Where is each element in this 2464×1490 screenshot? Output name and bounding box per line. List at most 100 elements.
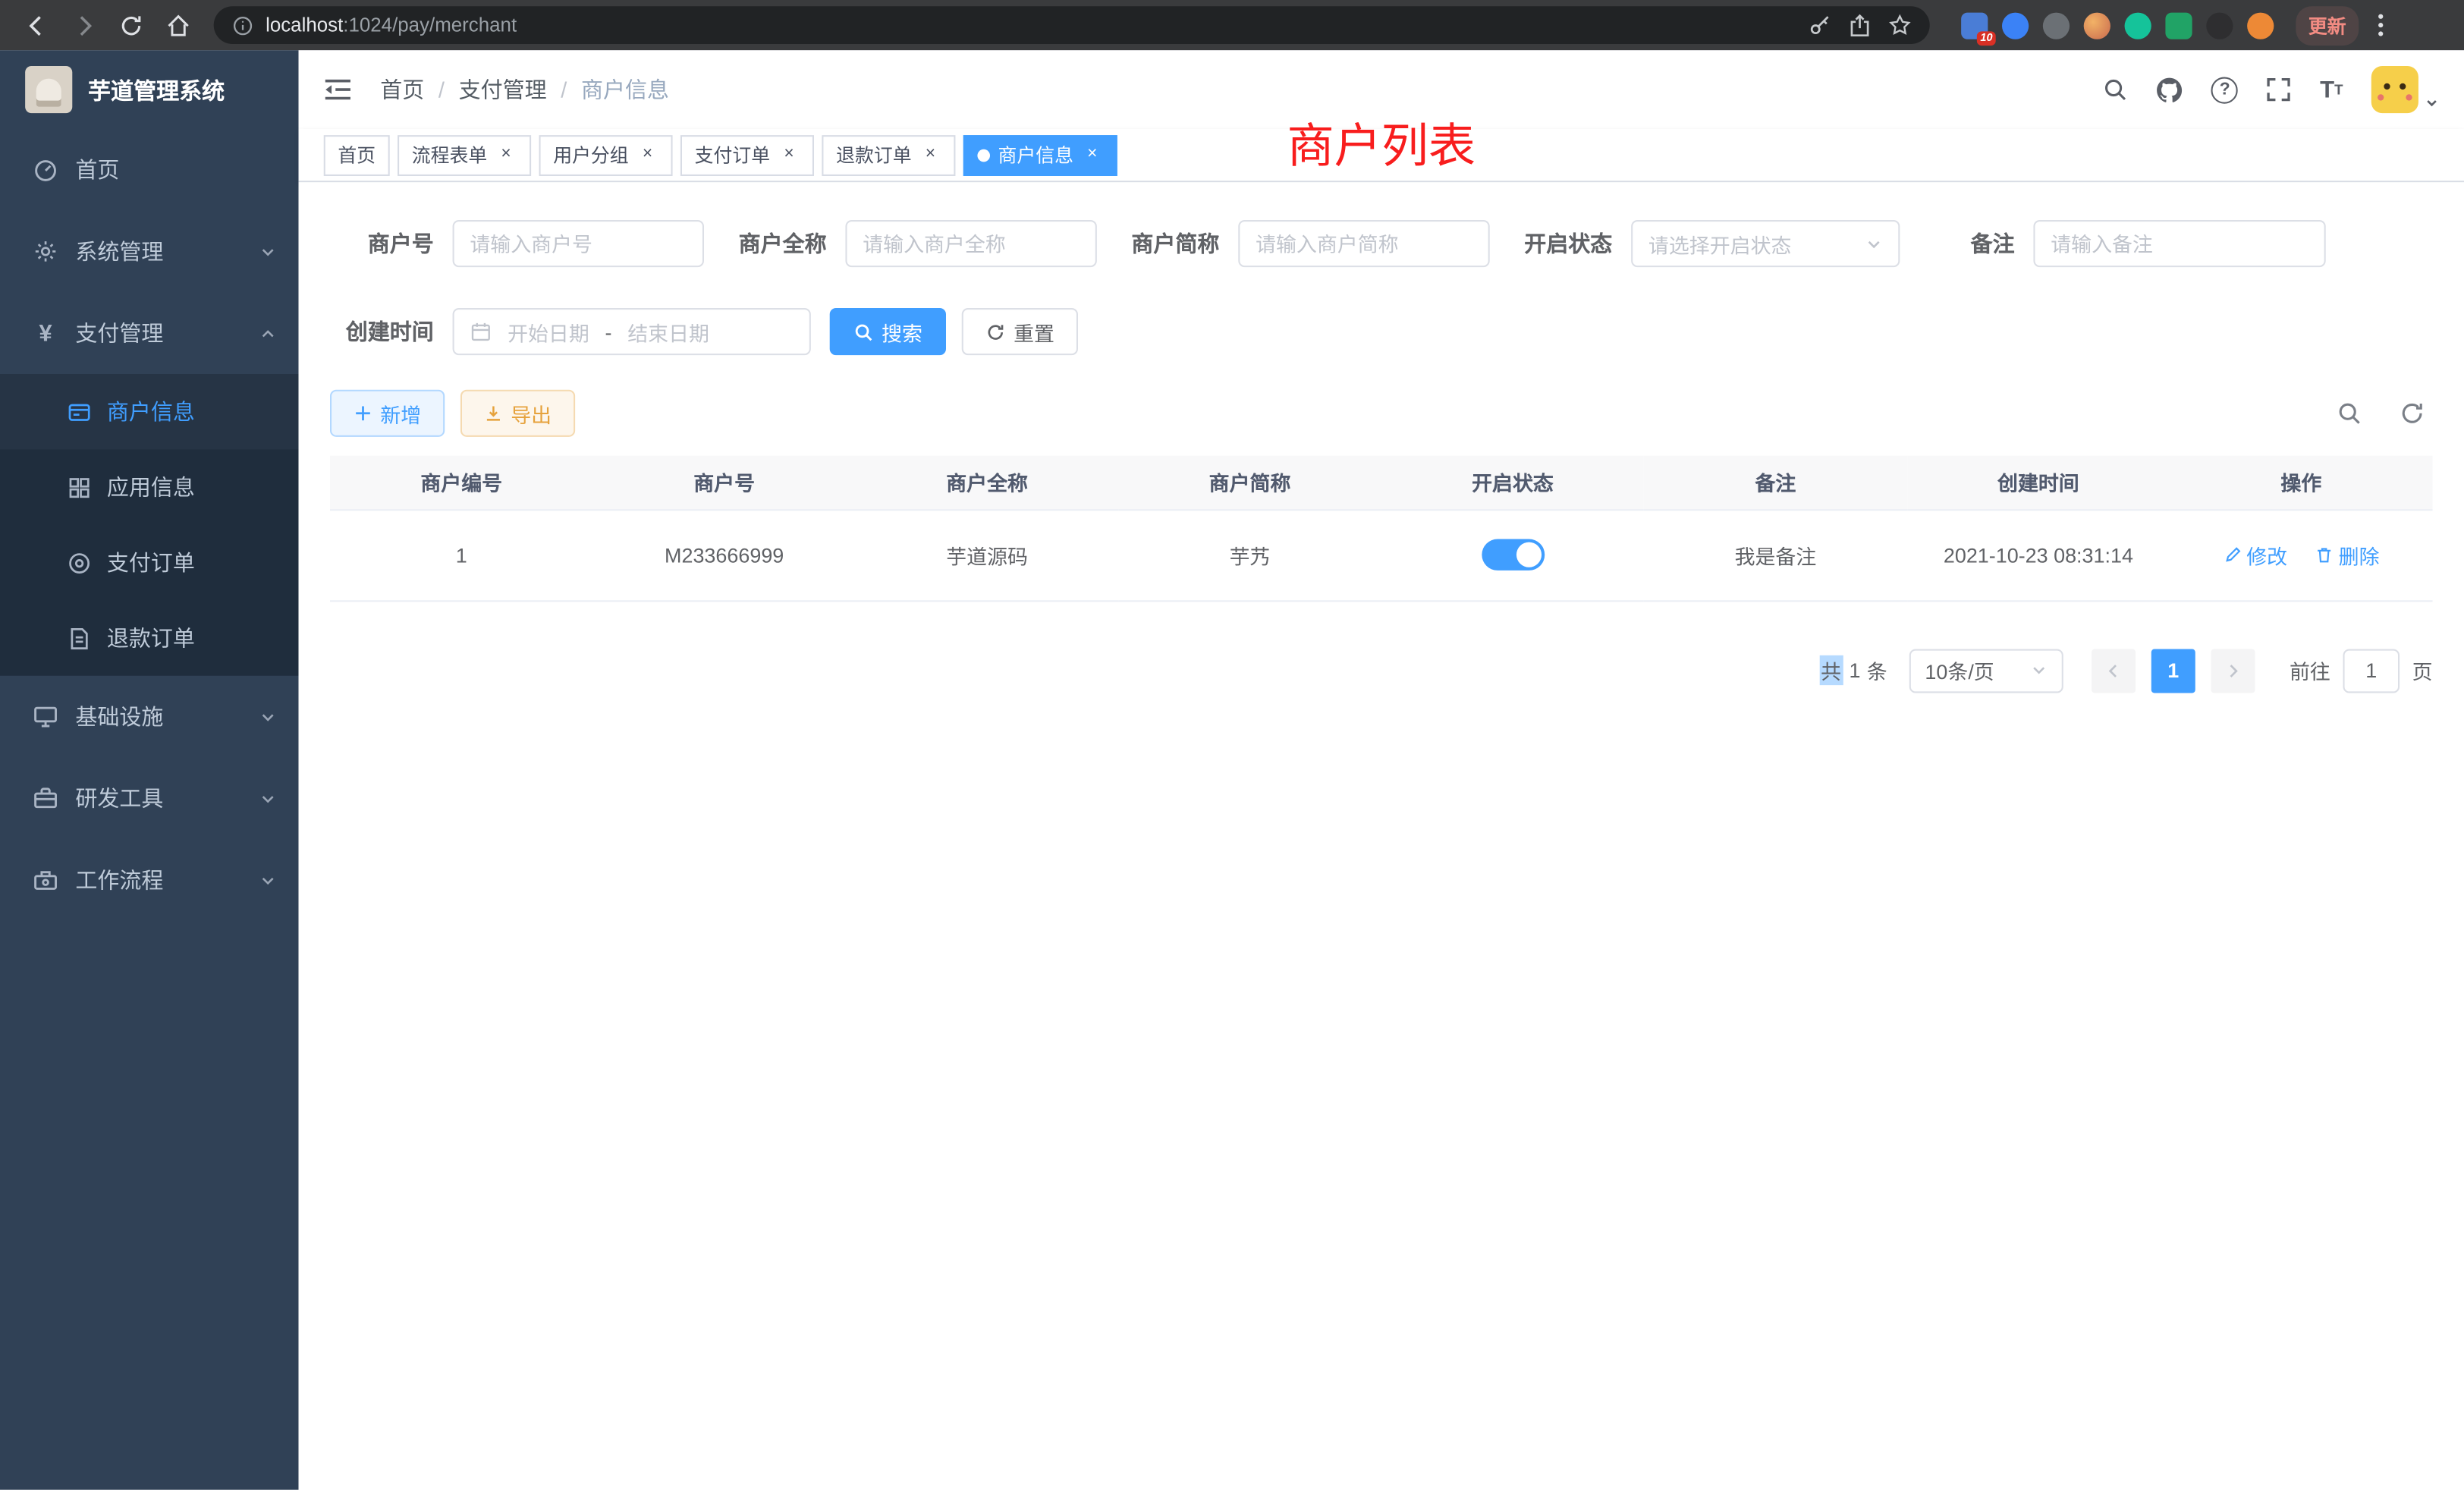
reload-icon[interactable]	[110, 5, 151, 46]
sidebar-item-system[interactable]: 系统管理	[0, 211, 299, 293]
table-header-row: 商户编号 商户号 商户全称 商户简称 开启状态 备注 创建时间 操作	[330, 456, 2433, 509]
breadcrumb-item-home[interactable]: 首页	[380, 74, 424, 105]
extension-badge: 10	[1977, 30, 1995, 45]
user-avatar[interactable]	[2371, 66, 2439, 113]
close-icon[interactable]: ×	[1081, 144, 1103, 166]
merchant-no-input[interactable]	[453, 220, 704, 267]
prev-page-button[interactable]	[2092, 648, 2136, 692]
sidebar-item-label: 商户信息	[107, 396, 195, 427]
sidebar-item-payment[interactable]: ¥ 支付管理	[0, 292, 299, 374]
breadcrumb-item-current: 商户信息	[581, 74, 669, 105]
search-button[interactable]: 搜索	[830, 308, 946, 355]
pagination: 共 1 条 10条/页 1	[330, 648, 2433, 692]
pay-order-icon	[66, 551, 91, 574]
url-text: localhost:1024/pay/merchant	[266, 14, 517, 36]
fullscreen-icon[interactable]	[2267, 77, 2292, 102]
sidebar-item-merchant-info[interactable]: 商户信息	[0, 374, 299, 449]
sidebar-item-workflow[interactable]: 工作流程	[0, 839, 299, 921]
status-select[interactable]: 请选择开启状态	[1631, 220, 1900, 267]
next-page-button[interactable]	[2211, 648, 2255, 692]
tab-refund-orders[interactable]: 退款订单 ×	[822, 134, 955, 175]
header-search-icon[interactable]	[2103, 77, 2128, 102]
tab-user-group[interactable]: 用户分组 ×	[539, 134, 673, 175]
tab-process-form[interactable]: 流程表单 ×	[398, 134, 531, 175]
sidebar-item-infrastructure[interactable]: 基础设施	[0, 676, 299, 758]
cell-actions: 修改 删除	[2170, 509, 2432, 600]
merchant-card-icon	[66, 400, 91, 423]
close-icon[interactable]: ×	[778, 144, 800, 166]
full-name-input[interactable]	[845, 220, 1096, 267]
cell-merchant-id: 1	[330, 509, 592, 600]
delete-link[interactable]: 删除	[2315, 540, 2380, 570]
table-toolbar: 新增 导出	[330, 390, 2433, 437]
extension-icon-gray[interactable]	[2043, 12, 2070, 39]
key-icon[interactable]	[1809, 14, 1831, 36]
breadcrumb-separator: /	[438, 77, 445, 102]
sidebar-item-label: 首页	[75, 154, 119, 185]
page-size-select[interactable]: 10条/页	[1909, 648, 2063, 692]
close-icon[interactable]: ×	[919, 144, 941, 166]
payment-submenu: 商户信息 应用信息 支付订单	[0, 374, 299, 676]
sidebar-item-label: 应用信息	[107, 471, 195, 502]
sidebar-item-label: 研发工具	[75, 783, 163, 814]
export-button[interactable]: 导出	[460, 390, 575, 437]
sidebar-item-home[interactable]: 首页	[0, 129, 299, 211]
bookmark-star-icon[interactable]	[1889, 14, 1911, 36]
page-unit-label: 页	[2412, 655, 2433, 685]
back-icon[interactable]	[16, 5, 57, 46]
dashboard-icon	[31, 157, 59, 182]
extensions-strip: 10	[1961, 12, 2274, 39]
font-size-icon[interactable]: TT	[2320, 76, 2343, 102]
chrome-update-button[interactable]: 更新	[2296, 5, 2359, 45]
tab-merchant-info[interactable]: 商户信息 ×	[963, 134, 1117, 175]
forward-icon[interactable]	[63, 5, 104, 46]
home-icon[interactable]	[157, 5, 198, 46]
remark-input[interactable]	[2033, 220, 2325, 267]
browser-menu-icon[interactable]	[2378, 13, 2384, 38]
full-name-label: 商户全称	[739, 228, 846, 259]
close-icon[interactable]: ×	[495, 144, 517, 166]
close-icon[interactable]: ×	[636, 144, 658, 166]
extension-icon-blue-square[interactable]: 10	[1961, 12, 1988, 39]
cell-full-name: 芋道源码	[856, 509, 1118, 600]
site-info-icon[interactable]	[233, 15, 253, 36]
refresh-table-icon[interactable]	[2392, 393, 2433, 434]
address-bar[interactable]: localhost:1024/pay/merchant	[214, 6, 1930, 44]
app-logo[interactable]: 芋道管理系统	[0, 50, 299, 129]
create-time-range-picker[interactable]: 开始日期 - 结束日期	[453, 308, 811, 355]
extension-icon-blue-drop[interactable]	[2002, 12, 2029, 39]
tab-pay-orders[interactable]: 支付订单 ×	[680, 134, 814, 175]
refund-doc-icon	[66, 626, 91, 649]
short-name-input[interactable]	[1238, 220, 1489, 267]
page-number-button[interactable]: 1	[2151, 648, 2195, 692]
tags-view-bar: 首页 流程表单 × 用户分组 × 支付订单 × 退款订单 ×	[299, 129, 2464, 182]
yen-icon: ¥	[31, 320, 59, 347]
github-icon[interactable]	[2157, 76, 2183, 102]
sidebar-toggle-icon[interactable]	[324, 77, 352, 102]
tab-home[interactable]: 首页	[324, 134, 390, 175]
sidebar-item-label: 支付管理	[75, 317, 163, 348]
remark-label: 备注	[1971, 228, 2034, 259]
active-dot	[978, 149, 991, 162]
extension-icon-green-square[interactable]	[2165, 12, 2192, 39]
reset-button[interactable]: 重置	[962, 308, 1078, 355]
share-icon[interactable]	[1850, 14, 1870, 37]
date-start-placeholder: 开始日期	[508, 316, 589, 346]
edit-link[interactable]: 修改	[2223, 540, 2287, 570]
profile-avatar-icon[interactable]	[2247, 12, 2274, 39]
sidebar-item-app-info[interactable]: 应用信息	[0, 449, 299, 524]
sidebar-item-refund-orders[interactable]: 退款订单	[0, 600, 299, 675]
toggle-search-icon[interactable]	[2329, 393, 2370, 434]
status-select-placeholder: 请选择开启状态	[1648, 228, 1792, 258]
extension-icon-dark[interactable]	[2206, 12, 2233, 39]
add-button[interactable]: 新增	[330, 390, 445, 437]
merchant-no-label: 商户号	[330, 228, 453, 259]
status-toggle[interactable]	[1482, 539, 1545, 571]
help-icon[interactable]: ?	[2211, 76, 2238, 102]
sidebar-item-pay-orders[interactable]: 支付订单	[0, 525, 299, 600]
sidebar-item-dev-tools[interactable]: 研发工具	[0, 757, 299, 839]
extension-icon-photo[interactable]	[2084, 12, 2110, 39]
extension-icon-green-check[interactable]	[2125, 12, 2151, 39]
goto-page-input[interactable]	[2343, 648, 2400, 692]
breadcrumb-item-payment[interactable]: 支付管理	[459, 74, 547, 105]
